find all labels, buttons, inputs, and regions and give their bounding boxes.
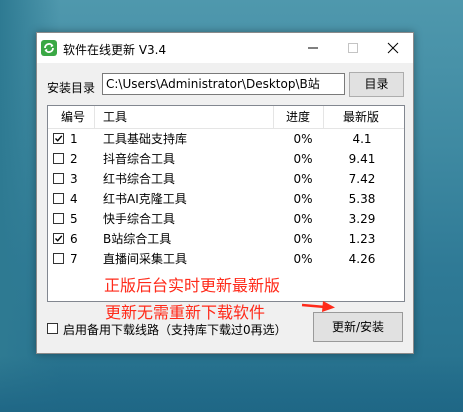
- row-num: 4: [70, 192, 78, 206]
- refresh-icon: [41, 40, 57, 56]
- row-tool: 红书AI克隆工具: [103, 192, 187, 206]
- row-progress: 0%: [293, 192, 313, 206]
- row-checkbox[interactable]: [53, 233, 64, 244]
- update-install-button[interactable]: 更新/安装: [313, 312, 403, 342]
- row-tool: 直播间采集工具: [103, 252, 188, 266]
- row-version: 9.41: [348, 152, 376, 166]
- browse-dir-button[interactable]: 目录: [349, 72, 404, 97]
- row-progress: 0%: [293, 172, 313, 186]
- row-checkbox[interactable]: [53, 133, 64, 144]
- row-progress: 0%: [293, 252, 313, 266]
- title-bar[interactable]: 软件在线更新 V3.4: [37, 33, 413, 63]
- maximize-icon: [348, 43, 358, 53]
- row-tool: B站综合工具: [103, 232, 172, 246]
- row-tool: 快手综合工具: [103, 212, 176, 226]
- row-checkbox[interactable]: [53, 213, 64, 224]
- checkmark-icon: [55, 135, 63, 142]
- row-version: 7.42: [348, 172, 376, 186]
- row-version: 4.1: [352, 132, 372, 146]
- table-row[interactable]: 5 快手综合工具 0% 3.29: [48, 209, 404, 229]
- row-num: 2: [70, 152, 78, 166]
- row-tool: 抖音综合工具: [103, 152, 176, 166]
- row-checkbox[interactable]: [53, 173, 64, 184]
- install-dir-input[interactable]: C:\Users\Administrator\Desktop\B站: [102, 73, 345, 95]
- annotation-line-2: 更新无需重新下载软件: [105, 303, 266, 322]
- row-progress: 0%: [293, 152, 313, 166]
- row-num: 3: [70, 172, 78, 186]
- row-num: 1: [70, 132, 78, 146]
- minimize-icon: [308, 47, 318, 49]
- table-row[interactable]: 1 工具基础支持库 0% 4.1: [48, 129, 404, 149]
- header-progress[interactable]: 进度: [286, 106, 310, 128]
- backup-route-label[interactable]: 启用备用下载线路（支持库下载过0再选）: [63, 321, 287, 338]
- install-dir-label: 安装目录: [47, 81, 96, 95]
- row-num: 5: [70, 212, 78, 226]
- row-version: 1.23: [348, 232, 376, 246]
- window-title: 软件在线更新 V3.4: [63, 43, 167, 57]
- row-progress: 0%: [293, 212, 313, 226]
- desktop-background-bottom: [0, 356, 463, 412]
- header-version[interactable]: 最新版: [343, 106, 379, 128]
- row-version: 5.38: [348, 192, 376, 206]
- row-progress: 0%: [293, 232, 313, 246]
- row-num: 7: [70, 252, 78, 266]
- table-row[interactable]: 2 抖音综合工具 0% 9.41: [48, 149, 404, 169]
- maximize-button[interactable]: [333, 33, 373, 63]
- table-header: 编号 工具 进度 最新版: [48, 106, 404, 129]
- close-icon: [387, 42, 399, 54]
- annotation-line-1: 正版后台实时更新最新版: [104, 276, 281, 295]
- checkmark-icon: [55, 235, 63, 242]
- close-button[interactable]: [373, 33, 413, 63]
- header-tool[interactable]: 工具: [103, 106, 127, 128]
- row-tool: 工具基础支持库: [103, 132, 188, 146]
- backup-route-checkbox[interactable]: [47, 323, 58, 334]
- table-row[interactable]: 3 红书综合工具 0% 7.42: [48, 169, 404, 189]
- row-version: 4.26: [348, 252, 376, 266]
- table-row[interactable]: 7 直播间采集工具 0% 4.26: [48, 249, 404, 269]
- row-checkbox[interactable]: [53, 253, 64, 264]
- row-num: 6: [70, 232, 78, 246]
- row-checkbox[interactable]: [53, 193, 64, 204]
- table-row[interactable]: 6 B站综合工具 0% 1.23: [48, 229, 404, 249]
- row-progress: 0%: [293, 132, 313, 146]
- minimize-button[interactable]: [293, 33, 333, 63]
- table-row[interactable]: 4 红书AI克隆工具 0% 5.38: [48, 189, 404, 209]
- header-num[interactable]: 编号: [61, 106, 85, 128]
- row-checkbox[interactable]: [53, 153, 64, 164]
- arrow-right-icon: [301, 301, 335, 312]
- row-tool: 红书综合工具: [103, 172, 176, 186]
- row-version: 3.29: [348, 212, 376, 226]
